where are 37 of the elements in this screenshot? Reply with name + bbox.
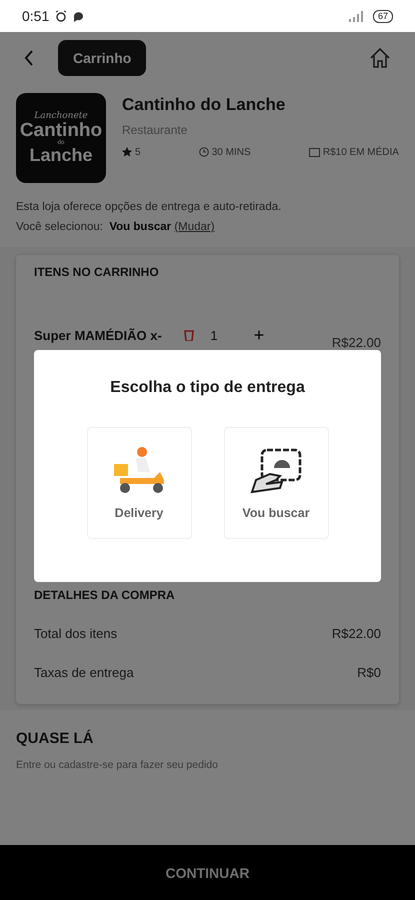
section-heading: ITENS NO CARRINHO (34, 264, 160, 279)
chat-icon (73, 10, 84, 22)
hand-cloche-icon (248, 446, 304, 496)
dialog-title: Escolha o tipo de entrega (110, 379, 305, 397)
detail-value: R$0 (357, 664, 381, 680)
clock-icon (198, 147, 209, 158)
detail-value: R$22.00 (332, 626, 381, 641)
login-prompt: Entre ou cadastre-se para fazer seu pedido (16, 759, 219, 772)
battery-indicator: 67 (372, 10, 393, 22)
continue-button[interactable]: CONTINUAR (0, 845, 415, 900)
home-icon[interactable] (369, 47, 391, 70)
almost-there-title: QUASE LÁ (16, 730, 95, 748)
increase-button[interactable]: + (234, 324, 284, 347)
delivery-time: 30 MINS (212, 146, 251, 158)
delivery-options-text: Esta loja oferece opções de entrega e auto-retirada. (16, 200, 282, 215)
selected-mode-text: Você selecionou: Vou buscar (16, 220, 172, 233)
detail-label: Total dos itens (34, 626, 118, 641)
delivery-option[interactable]: Delivery (86, 427, 192, 539)
store-category: Restaurante (122, 122, 188, 137)
star-icon (122, 147, 132, 158)
scooter-icon (112, 446, 166, 496)
detail-label: Taxas de entrega (34, 664, 134, 680)
status-time: 0:51 (22, 8, 50, 24)
alarm-icon (55, 10, 68, 22)
page-title: Carrinho (58, 40, 146, 76)
delivery-option[interactable]: Vou buscar (224, 427, 328, 539)
store-rating: 5 (135, 146, 141, 158)
store-name: Cantinho do Lanche (122, 94, 286, 115)
item-price: R$22.00 (330, 334, 381, 350)
average-price: R$10 EM MÉDIA (322, 146, 399, 158)
item-quantity: 1 (209, 328, 219, 343)
section-heading: DETALHES DA COMPRA (34, 588, 176, 602)
change-link[interactable]: (Mudar) (174, 220, 215, 233)
item-name: Super MAMÉDIÃO x- (34, 328, 163, 343)
trash-icon[interactable] (184, 329, 194, 342)
wallet-icon (308, 147, 320, 158)
back-icon[interactable] (24, 50, 34, 66)
